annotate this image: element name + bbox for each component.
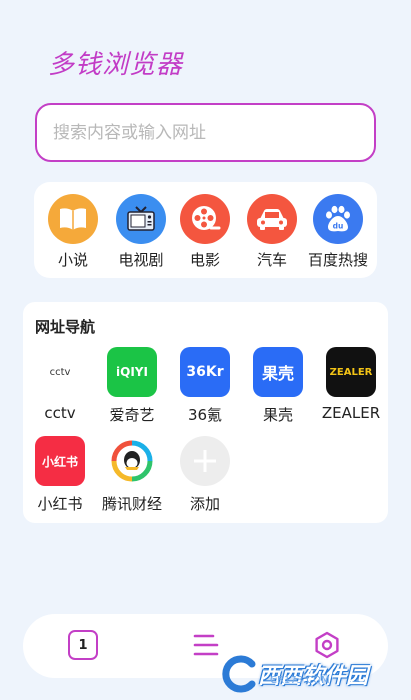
nav-item-add[interactable]: 添加 — [168, 436, 242, 514]
nav-item-xiaohongshu[interactable]: 小红书 小红书 — [23, 436, 97, 514]
quick-link-car[interactable]: 汽车 — [236, 194, 308, 270]
nav-item-label: cctv — [44, 404, 76, 422]
quick-link-label: 电影 — [189, 251, 220, 269]
nav-item-label: ZEALER — [321, 404, 381, 422]
iqiyi-logo-icon: iQIYI — [107, 347, 157, 397]
quick-link-tv[interactable]: 电视剧 — [105, 194, 177, 270]
app-title: 多钱浏览器 — [48, 50, 184, 80]
nav-item-label: 果壳 — [262, 406, 293, 424]
plus-icon — [180, 436, 230, 486]
nav-item-tencent-finance[interactable]: 腾讯财经 — [95, 436, 169, 514]
quick-link-movie[interactable]: 电影 — [169, 194, 241, 270]
watermark-c-icon — [222, 655, 256, 693]
book-icon — [48, 194, 98, 244]
quick-link-label: 百度热搜 — [307, 251, 368, 269]
watermark-subtext: CR173.COM — [270, 675, 330, 686]
watermark-logo: 西西软件园 — [218, 648, 411, 700]
nav-item-iqiyi[interactable]: iQIYI 爱奇艺 — [95, 347, 169, 425]
nav-item-label: 添加 — [189, 495, 220, 513]
site-navigation-card: 网址导航 cctv cctv iQIYI 爱奇艺 36Kr 36氪 果壳 果壳 … — [23, 302, 388, 523]
baidu-paw-icon: du — [313, 194, 363, 244]
nav-item-zealer[interactable]: ZEALER ZEALER — [314, 347, 388, 422]
nav-item-label: 爱奇艺 — [109, 406, 155, 424]
quick-link-novel[interactable]: 小说 — [37, 194, 109, 270]
quick-link-label: 小说 — [57, 251, 88, 269]
xiaohongshu-logo-icon: 小红书 — [35, 436, 85, 486]
nav-item-label: 36氪 — [187, 406, 223, 424]
tencent-finance-logo-icon — [107, 436, 157, 486]
tab-count-button[interactable]: 1 — [68, 630, 98, 660]
nav-item-guokr[interactable]: 果壳 果壳 — [241, 347, 315, 425]
quick-link-label: 汽车 — [256, 251, 287, 269]
car-icon — [247, 194, 297, 244]
tv-icon — [116, 194, 166, 244]
guokr-logo-icon: 果壳 — [253, 347, 303, 397]
search-input[interactable] — [53, 122, 374, 143]
search-box[interactable] — [35, 103, 376, 162]
quick-link-label: 电视剧 — [118, 251, 164, 269]
36kr-logo-icon: 36Kr — [180, 347, 230, 397]
nav-item-label: 小红书 — [37, 495, 83, 513]
quick-links-card: 小说 电视剧 电影 汽车 du 百度热搜 — [34, 182, 377, 278]
svg-text:du: du — [333, 222, 344, 231]
zealer-logo-icon: ZEALER — [326, 347, 376, 397]
nav-item-cctv[interactable]: cctv cctv — [23, 347, 97, 422]
film-reel-icon — [180, 194, 230, 244]
nav-item-label: 腾讯财经 — [101, 495, 162, 513]
section-title: 网址导航 — [35, 318, 96, 336]
quick-link-baidu-hot[interactable]: du 百度热搜 — [302, 194, 374, 270]
menu-icon[interactable] — [193, 632, 219, 658]
nav-item-36kr[interactable]: 36Kr 36氪 — [168, 347, 242, 425]
cctv-logo-icon: cctv — [35, 347, 85, 397]
